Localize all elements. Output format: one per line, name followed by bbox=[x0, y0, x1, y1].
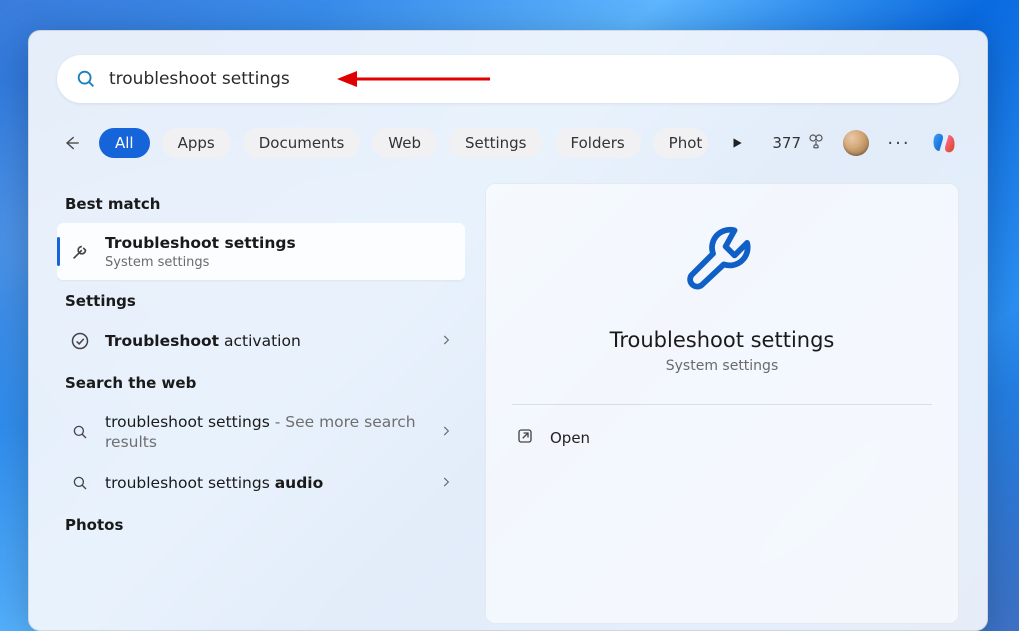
search-icon bbox=[75, 68, 97, 90]
result-web-1-bold: troubleshoot settings bbox=[105, 413, 270, 431]
section-photos-label: Photos bbox=[57, 504, 465, 544]
result-web-2-pre: troubleshoot settings bbox=[105, 474, 275, 492]
search-icon-small bbox=[69, 421, 91, 443]
results-panel: Best match Troubleshoot settings System … bbox=[57, 183, 465, 624]
filters-scroll-right[interactable] bbox=[724, 130, 750, 156]
copilot-button[interactable] bbox=[929, 128, 959, 158]
result-web-audio[interactable]: troubleshoot settings audio bbox=[57, 462, 465, 504]
filter-row: All Apps Documents Web Settings Folders … bbox=[29, 121, 987, 165]
user-avatar[interactable] bbox=[843, 130, 869, 156]
result-best-match[interactable]: Troubleshoot settings System settings bbox=[57, 223, 465, 280]
search-input[interactable] bbox=[109, 69, 941, 89]
back-button[interactable] bbox=[57, 128, 87, 158]
result-web-2-bold: audio bbox=[275, 474, 324, 492]
wrench-icon bbox=[69, 241, 91, 263]
filter-pill-web[interactable]: Web bbox=[372, 128, 437, 158]
wrench-large-icon bbox=[679, 216, 765, 306]
filter-pill-settings[interactable]: Settings bbox=[449, 128, 543, 158]
rewards-points-value: 377 bbox=[772, 134, 801, 152]
open-external-icon bbox=[516, 427, 534, 449]
filter-pill-folders[interactable]: Folders bbox=[555, 128, 641, 158]
open-action[interactable]: Open bbox=[512, 405, 932, 471]
result-settings-rest: activation bbox=[219, 332, 301, 350]
best-match-subtitle: System settings bbox=[105, 255, 453, 270]
chevron-right-icon bbox=[439, 423, 453, 442]
section-web-label: Search the web bbox=[57, 362, 465, 402]
preview-subtitle: System settings bbox=[666, 358, 779, 374]
section-best-match-label: Best match bbox=[57, 183, 465, 223]
preview-panel: Troubleshoot settings System settings Op… bbox=[485, 183, 959, 624]
rewards-points[interactable]: 377 bbox=[772, 132, 825, 154]
preview-title: Troubleshoot settings bbox=[610, 328, 835, 352]
search-bar[interactable] bbox=[57, 55, 959, 103]
filter-pill-all[interactable]: All bbox=[99, 128, 150, 158]
filter-pill-apps[interactable]: Apps bbox=[162, 128, 231, 158]
filter-pill-documents[interactable]: Documents bbox=[243, 128, 361, 158]
search-window: All Apps Documents Web Settings Folders … bbox=[28, 30, 988, 631]
chevron-right-icon bbox=[439, 474, 453, 493]
filter-pill-photos[interactable]: Phot bbox=[653, 128, 709, 158]
best-match-title: Troubleshoot settings bbox=[105, 234, 296, 252]
search-icon-small bbox=[69, 472, 91, 494]
check-circle-icon bbox=[69, 330, 91, 352]
result-settings-activation[interactable]: Troubleshoot activation bbox=[57, 320, 465, 362]
result-web-seemore[interactable]: troubleshoot settings - See more search … bbox=[57, 402, 465, 462]
chevron-right-icon bbox=[439, 332, 453, 351]
open-label: Open bbox=[550, 429, 590, 447]
result-settings-bold: Troubleshoot bbox=[105, 332, 219, 350]
more-options[interactable]: ··· bbox=[887, 133, 911, 154]
section-settings-label: Settings bbox=[57, 280, 465, 320]
trophy-icon bbox=[807, 132, 825, 154]
